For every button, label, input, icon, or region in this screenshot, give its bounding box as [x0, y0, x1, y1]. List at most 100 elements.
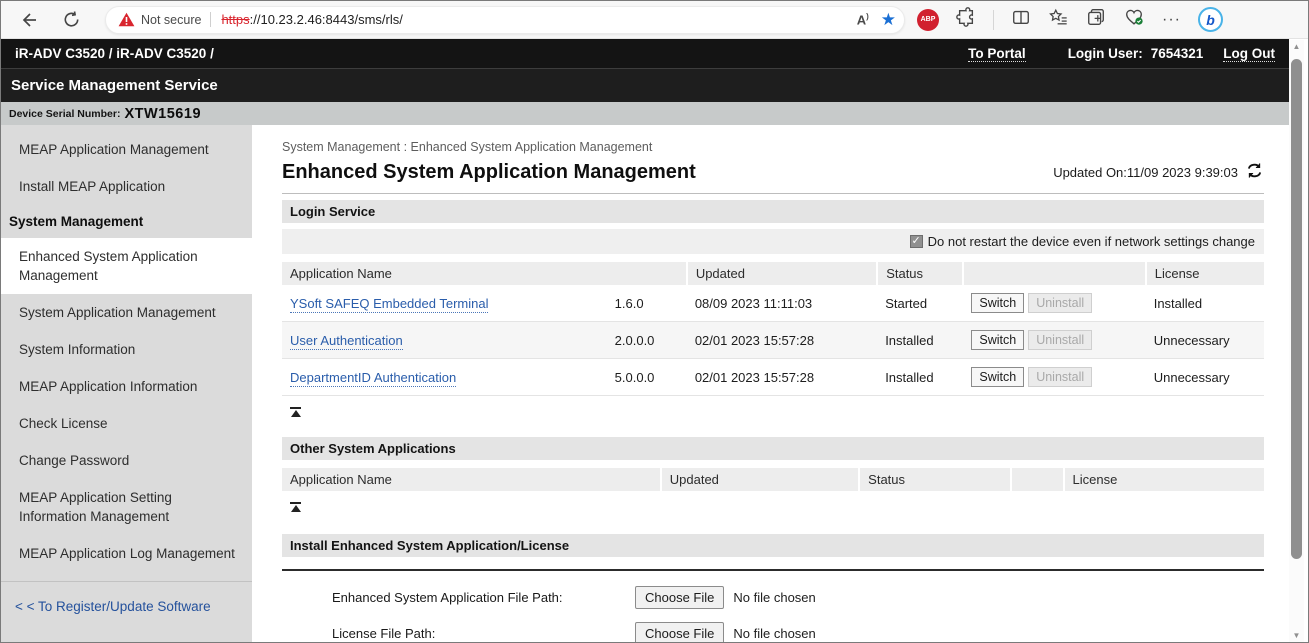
main-content: System Management : Enhanced System Appl… [252, 125, 1289, 643]
uninstall-button[interactable]: Uninstall [1028, 330, 1092, 350]
uninstall-button[interactable]: Uninstall [1028, 367, 1092, 387]
table-header-row: Application Name Updated Status License [282, 262, 1264, 285]
sidebar-item-install-meap-application[interactable]: Install MEAP Application [1, 168, 252, 205]
updated-on-text: Updated On:11/09 2023 9:39:03 [1053, 165, 1238, 180]
license-file-path-label: License File Path: [332, 626, 635, 641]
column-license: License [1064, 468, 1264, 491]
url-scheme-strikethrough: https [221, 12, 249, 27]
sidebar-item-check-license[interactable]: Check License [1, 405, 252, 442]
url-text[interactable]: https://10.23.2.46:8443/sms/rls/ [221, 12, 402, 27]
enhanced-app-file-path-label: Enhanced System Application File Path: [332, 590, 635, 605]
not-secure-warning-icon [118, 12, 135, 27]
url-rest: ://10.23.2.46:8443/sms/rls/ [250, 12, 403, 27]
reload-icon[interactable] [57, 6, 85, 34]
back-icon[interactable] [15, 6, 43, 34]
choose-file-button-app[interactable]: Choose File [635, 586, 724, 609]
sidebar-section-system-management: System Management [1, 205, 252, 238]
url-bar[interactable]: Not secure https://10.23.2.46:8443/sms/r… [105, 6, 905, 34]
sidebar-item-meap-application-log-management[interactable]: MEAP Application Log Management [1, 535, 252, 572]
choose-file-button-license[interactable]: Choose File [635, 622, 724, 643]
column-application-name: Application Name [282, 262, 687, 285]
breadcrumb: System Management : Enhanced System Appl… [282, 140, 1264, 154]
column-actions [1011, 468, 1063, 491]
sidebar-item-enhanced-system-application-management[interactable]: Enhanced System Application Management [1, 238, 252, 294]
switch-button[interactable]: Switch [971, 330, 1024, 350]
app-license: Unnecessary [1146, 322, 1264, 359]
page-title: Enhanced System Application Management [282, 161, 1053, 184]
toolbar-extensions-area: ABP [917, 7, 1223, 32]
sidebar-nav: MEAP Application Management Install MEAP… [1, 125, 252, 643]
app-link-ysoft-safeq[interactable]: YSoft SAFEQ Embedded Terminal [290, 296, 488, 313]
app-version: 5.0.0.0 [607, 359, 687, 396]
service-title: Service Management Service [11, 77, 218, 94]
back-to-top-icon[interactable] [290, 407, 301, 417]
app-status: Installed [877, 359, 963, 396]
device-path: iR-ADV C3520 / iR-ADV C3520 / [15, 46, 214, 61]
table-header-row: Application Name Updated Status License [282, 468, 1264, 491]
switch-button[interactable]: Switch [971, 293, 1024, 313]
scrollbar-down-arrow[interactable]: ▼ [1289, 631, 1304, 640]
browser-essentials-icon[interactable] [1123, 7, 1145, 32]
app-license: Unnecessary [1146, 359, 1264, 396]
sidebar-item-meap-application-management[interactable]: MEAP Application Management [1, 131, 252, 168]
uninstall-button[interactable]: Uninstall [1028, 293, 1092, 313]
app-updated: 02/01 2023 15:57:28 [687, 359, 877, 396]
collections-icon[interactable] [1086, 7, 1106, 32]
sidebar-item-system-information[interactable]: System Information [1, 331, 252, 368]
login-user: Login User:7654321 [1068, 46, 1204, 61]
split-screen-icon[interactable] [1011, 7, 1031, 32]
read-aloud-icon[interactable]: A) [857, 12, 869, 27]
app-updated: 02/01 2023 15:57:28 [687, 322, 877, 359]
app-version: 2.0.0.0 [607, 322, 687, 359]
app-link-departmentid-authentication[interactable]: DepartmentID Authentication [290, 370, 456, 387]
login-user-value: 7654321 [1151, 46, 1204, 61]
sidebar-item-change-password[interactable]: Change Password [1, 442, 252, 479]
serial-label: Device Serial Number: [9, 108, 120, 120]
login-service-heading: Login Service [282, 200, 1264, 223]
log-out-link[interactable]: Log Out [1223, 46, 1275, 62]
do-not-restart-checkbox[interactable]: ✓ [910, 235, 923, 248]
to-portal-link[interactable]: To Portal [968, 46, 1026, 62]
column-status: Status [877, 262, 963, 285]
other-system-applications-heading: Other System Applications [282, 437, 1264, 460]
column-license: License [1146, 262, 1264, 285]
install-section-divider [282, 569, 1264, 571]
app-license: Installed [1146, 285, 1264, 322]
vertical-scrollbar[interactable]: ▲ ▼ [1289, 40, 1304, 642]
app-version: 1.6.0 [607, 285, 687, 322]
urlbar-divider [210, 12, 211, 27]
refresh-icon[interactable] [1245, 162, 1264, 182]
do-not-restart-label: Do not restart the device even if networ… [928, 234, 1255, 249]
back-to-top-icon[interactable] [290, 502, 301, 512]
settings-more-icon[interactable]: ··· [1162, 11, 1181, 29]
login-service-table: Application Name Updated Status License … [282, 262, 1264, 396]
bing-chat-icon[interactable]: b [1198, 7, 1223, 32]
scrollbar-up-arrow[interactable]: ▲ [1289, 42, 1304, 51]
table-row: DepartmentID Authentication 5.0.0.0 02/0… [282, 359, 1264, 396]
service-title-bar: Service Management Service [1, 68, 1289, 102]
table-row: User Authentication 2.0.0.0 02/01 2023 1… [282, 322, 1264, 359]
favorite-star-icon[interactable]: ★ [881, 11, 896, 28]
switch-button[interactable]: Switch [971, 367, 1024, 387]
serial-value: XTW15619 [124, 106, 201, 122]
install-section-heading: Install Enhanced System Application/Lice… [282, 534, 1264, 557]
not-secure-label[interactable]: Not secure [141, 13, 201, 27]
device-header-bar: iR-ADV C3520 / iR-ADV C3520 / To Portal … [1, 39, 1289, 68]
app-status: Installed [877, 322, 963, 359]
column-application-name: Application Name [282, 468, 661, 491]
serial-number-bar: Device Serial Number: XTW15619 [1, 102, 1289, 125]
sidebar-item-meap-application-setting-information-management[interactable]: MEAP Application Setting Information Man… [1, 479, 252, 535]
column-updated: Updated [687, 262, 877, 285]
sidebar-item-system-application-management[interactable]: System Application Management [1, 294, 252, 331]
browser-window: Not secure https://10.23.2.46:8443/sms/r… [0, 0, 1309, 643]
sidebar-item-meap-application-information[interactable]: MEAP Application Information [1, 368, 252, 405]
extensions-puzzle-icon[interactable] [956, 7, 976, 32]
other-system-applications-table: Application Name Updated Status License [282, 468, 1264, 491]
table-row: YSoft SAFEQ Embedded Terminal 1.6.0 08/0… [282, 285, 1264, 322]
to-register-update-software-link[interactable]: < < To Register/Update Software [1, 582, 252, 624]
favorites-list-icon[interactable] [1048, 7, 1069, 32]
scrollbar-thumb[interactable] [1291, 59, 1302, 559]
browser-toolbar: Not secure https://10.23.2.46:8443/sms/r… [1, 1, 1308, 39]
adblock-plus-icon[interactable]: ABP [917, 9, 939, 31]
app-link-user-authentication[interactable]: User Authentication [290, 333, 403, 350]
